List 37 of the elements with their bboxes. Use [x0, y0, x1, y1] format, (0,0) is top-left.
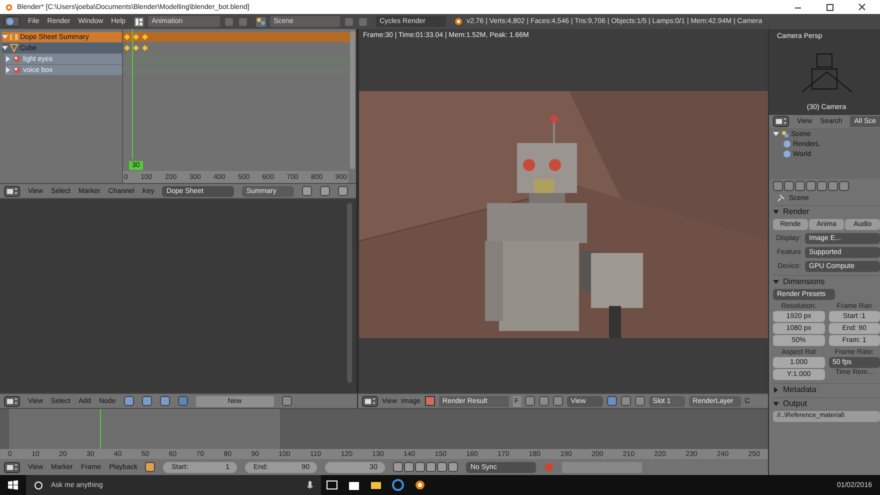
material-sphere-icon [13, 66, 21, 74]
scrollbar[interactable] [350, 31, 356, 169]
expanded-triangle-icon[interactable] [773, 401, 779, 407]
editor-type-icon[interactable] [4, 462, 20, 472]
editor-type-icon[interactable] [773, 116, 789, 127]
editor-type-icon[interactable] [4, 186, 20, 196]
collapsed-triangle-icon[interactable] [773, 387, 779, 393]
editor-type-icon[interactable] [4, 396, 20, 406]
image-icon[interactable] [424, 396, 435, 406]
windows-logo-icon[interactable] [8, 480, 18, 490]
panel-title: Render [783, 208, 810, 216]
blender-logo-icon [4, 3, 13, 11]
collapsed-triangle-icon[interactable] [5, 56, 11, 62]
dope-sheet-icon [10, 33, 18, 41]
wireframe-robot-drawing [802, 52, 852, 92]
mesh-triangle-icon [10, 44, 18, 52]
expanded-triangle-icon[interactable] [773, 131, 779, 137]
screen-layout-icon[interactable] [134, 16, 144, 26]
browser-e-icon[interactable] [392, 479, 404, 491]
editor-type-icon[interactable] [362, 396, 378, 406]
search-icon [34, 480, 43, 490]
scrollbar[interactable] [347, 203, 352, 383]
microphone-icon [307, 480, 313, 490]
panel-title: Dimensions [783, 278, 825, 286]
task-view-icon[interactable] [326, 479, 338, 491]
maximize-icon[interactable] [825, 3, 835, 11]
expanded-triangle-icon[interactable] [773, 209, 779, 215]
blender-logo-icon [454, 17, 463, 26]
blender-logo-icon[interactable] [414, 479, 426, 491]
panel-title: Output [783, 400, 808, 408]
expanded-triangle-icon[interactable] [2, 34, 8, 40]
collapsed-triangle-icon[interactable] [5, 67, 11, 73]
panel-title: Metadata [783, 386, 816, 394]
material-sphere-icon [13, 55, 21, 63]
info-editor-icon[interactable] [4, 16, 20, 27]
expanded-triangle-icon[interactable] [2, 45, 8, 51]
expanded-triangle-icon[interactable] [773, 279, 779, 285]
